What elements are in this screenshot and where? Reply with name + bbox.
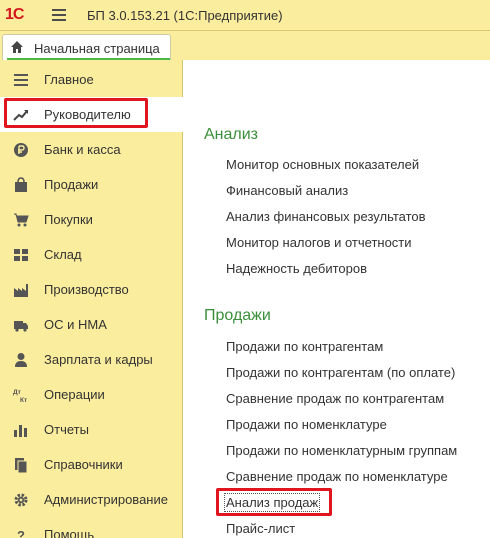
truck-icon [14,321,28,332]
highlight-box-manager [4,98,148,128]
sidebar-item-label: ОС и НМА [44,317,107,332]
sidebar-item-bank[interactable]: Банк и касса [0,132,183,167]
sidebar-item-purchases[interactable]: Покупки [0,202,183,237]
link-sales-by-counterparty[interactable]: Продажи по контрагентам [226,339,383,354]
person-icon [15,353,27,367]
link-sales-by-nomenclature[interactable]: Продажи по номенклатуре [226,417,387,432]
window-title: БП 3.0.153.21 (1С:Предприятие) [87,8,283,23]
link-sales-by-counterparty-payment[interactable]: Продажи по контрагентам (по оплате) [226,365,455,380]
cart-icon [14,213,29,227]
sidebar-item-production[interactable]: Производство [0,272,183,307]
svg-text:Кт: Кт [20,397,27,403]
sidebar-item-label: Склад [44,247,82,262]
title-bar: 1С БП 3.0.153.21 (1С:Предприятие) [0,0,490,31]
help-icon: ? [17,528,25,538]
sidebar-item-label: Справочники [44,457,123,472]
sidebar-item-administration[interactable]: Администрирование [0,482,183,517]
sidebar-item-label: Операции [44,387,105,402]
sidebar-item-sales[interactable]: Продажи [0,167,183,202]
section-content-panel: Анализ Монитор основных показателей Фина… [184,60,490,538]
sections-sidebar: Главное Руководителю Банк и касса Продаж… [0,60,184,538]
link-tax-monitor[interactable]: Монитор налогов и отчетности [226,235,412,250]
tab-home-label: Начальная страница [34,41,160,56]
svg-text:Дт: Дт [13,389,21,396]
sidebar-item-reports[interactable]: Отчеты [0,412,183,447]
sidebar-item-main[interactable]: Главное [0,62,183,97]
gear-icon [14,493,28,507]
bar-chart-icon [14,425,27,437]
link-financial-analysis[interactable]: Финансовый анализ [226,183,348,198]
main-menu-icon[interactable] [52,9,66,21]
sidebar-item-label: Продажи [44,177,99,192]
highlight-box-sales-analysis [216,488,332,516]
link-compare-sales-nomenclature[interactable]: Сравнение продаж по номенклатуре [226,469,448,484]
sidebar-item-warehouse[interactable]: Склад [0,237,183,272]
factory-icon [14,284,28,297]
sidebar-item-label: Администрирование [44,492,168,507]
link-price-list[interactable]: Прайс-лист [226,521,295,536]
app-logo: 1С [5,6,24,23]
sidebar-item-label: Главное [44,72,94,87]
sidebar-item-directories[interactable]: Справочники [0,447,183,482]
sidebar-item-label: Зарплата и кадры [44,352,153,367]
sidebar-item-label: Покупки [44,212,93,227]
shopping-bag-icon [15,177,27,192]
svg-text:?: ? [17,528,25,538]
menu-lines-icon [14,74,28,86]
sidebar-item-label: Отчеты [44,422,89,437]
link-compare-sales-counterparty[interactable]: Сравнение продаж по контрагентам [226,391,444,406]
sidebar-item-label: Производство [44,282,129,297]
link-sales-by-nomenclature-groups[interactable]: Продажи по номенклатурным группам [226,443,457,458]
sidebar-item-help[interactable]: ? Помощь [0,517,183,538]
dt-kt-icon: Дт Кт [13,389,27,403]
sidebar-item-label: Банк и касса [44,142,121,157]
link-performance-monitor[interactable]: Монитор основных показателей [226,157,419,172]
link-debtor-reliability[interactable]: Надежность дебиторов [226,261,367,276]
tab-home[interactable]: Начальная страница [2,34,171,60]
sidebar-item-operations[interactable]: Дт Кт Операции [0,377,183,412]
ruble-coin-icon [14,143,28,157]
warehouse-grid-icon [14,249,28,261]
sidebar-item-fixed-assets[interactable]: ОС и НМА [0,307,183,342]
sidebar-item-payroll[interactable]: Зарплата и кадры [0,342,183,377]
tab-strip: Начальная страница [0,31,490,60]
section-title-analysis: Анализ [204,126,259,143]
books-icon [15,458,28,473]
link-financial-results[interactable]: Анализ финансовых результатов [226,209,426,224]
sidebar-item-label: Помощь [44,527,95,538]
home-icon [11,41,23,53]
section-title-sales: Продажи [204,307,271,324]
